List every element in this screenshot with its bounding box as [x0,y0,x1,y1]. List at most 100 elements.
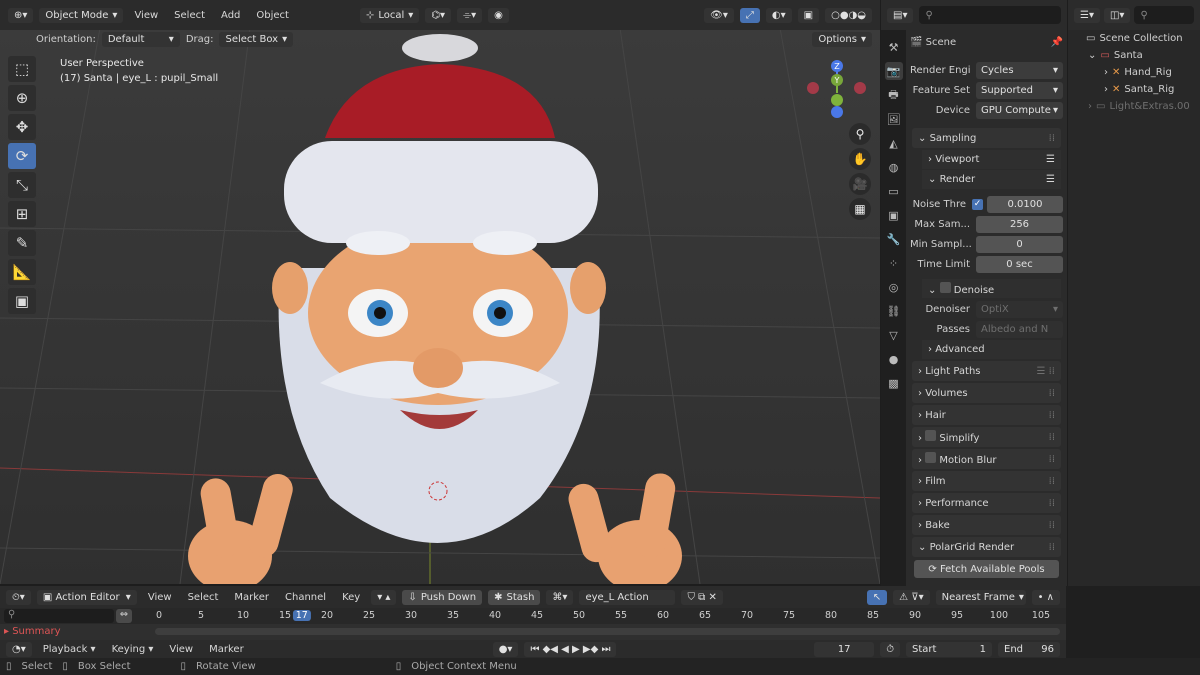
stash-button[interactable]: ✱ Stash [488,589,541,605]
channel-search-input[interactable]: ⚲ [4,609,114,623]
panel-sampling[interactable]: ⌄ Sampling ⁞⁞ [912,128,1061,148]
view-layer-tab-icon[interactable]: 🖼 [885,110,903,128]
timeline-channels[interactable]: ▸ Summary [0,624,1066,640]
swap-icon[interactable]: ⇔ [116,609,132,623]
orientation-dropdown[interactable]: Default ▾ [101,31,180,47]
physics-tab-icon[interactable]: ◎ [885,278,903,296]
gizmo-toggle-button[interactable]: ⤢ [739,7,760,23]
passes-dropdown[interactable]: Albedo and N [976,320,1063,338]
material-tab-icon[interactable]: ● [885,350,903,368]
subpanel-render[interactable]: ⌄ Render ☰ [922,170,1061,189]
menu-select[interactable]: Select [183,592,224,603]
action-name-field[interactable]: eye_L Action [579,589,676,605]
pivot-point-button[interactable]: ⌬▾ [425,7,452,23]
panel-bake[interactable]: › Bake ⁞⁞ [912,515,1061,535]
preview-range-icon[interactable]: ⏱ [880,641,900,657]
scale-tool-icon[interactable]: ⤡ [8,172,36,198]
subpanel-advanced[interactable]: › Advanced [922,340,1061,359]
subpanel-viewport[interactable]: › Viewport ☰ [922,150,1061,169]
editor-type-button[interactable]: ⊕▾ [8,7,34,23]
current-frame-marker[interactable]: 17 [292,610,311,621]
select-box-tool-icon[interactable]: ⬚ [8,56,36,82]
motion-blur-checkbox[interactable] [925,452,937,463]
menu-marker[interactable]: Marker [229,592,274,603]
denoise-checkbox[interactable] [939,281,951,293]
record-button[interactable]: ●▾ [492,641,519,657]
filter-icon[interactable]: ⚠ ⊽▾ [893,589,930,605]
grid-perspective-icon[interactable]: ▦ [849,198,871,220]
timeline-editor-type-icon[interactable]: ◔▾ [6,641,32,657]
tool-tab-icon[interactable]: ⚒ [885,38,903,56]
timeline-scrollbar[interactable] [155,628,1060,635]
summary-channel[interactable]: ▸ Summary [4,626,61,637]
action-icon[interactable]: ⌘▾ [546,589,574,605]
end-frame-field[interactable]: End 96 [998,641,1060,657]
3d-viewport[interactable] [0,28,880,584]
collection-tab-icon[interactable]: ▭ [885,182,903,200]
measure-tool-icon[interactable]: 📐 [8,259,36,285]
proportional-icon[interactable]: • ∧ [1031,589,1060,605]
annotate-tool-icon[interactable]: ✎ [8,230,36,256]
denoiser-dropdown[interactable]: OptiX ▾ [976,300,1063,318]
menu-view[interactable]: View [129,10,163,21]
transform-tool-icon[interactable]: ⊞ [8,201,36,227]
layer-arrows-icon[interactable]: ▾ ▴ [371,589,397,605]
xray-button[interactable]: ▣ [797,7,820,23]
constraints-tab-icon[interactable]: ⛓ [885,302,903,320]
drag-dropdown[interactable]: Select Box ▾ [219,31,294,47]
outliner-row-santa-rig[interactable]: › ✕ Santa_Rig [1068,81,1200,98]
menu-add[interactable]: Add [216,10,245,21]
visibility-button[interactable]: 👁▾ [704,7,734,23]
timeline-ruler[interactable]: ⚲ ⇔ 0 5 10 15 17 20 25 30 35 40 45 50 55 60 65 70 75 80 85… [0,608,1066,624]
texture-tab-icon[interactable]: ▩ [885,374,903,392]
properties-editor-type-icon[interactable]: ▤▾ [887,7,914,23]
menu-select[interactable]: Select [169,10,210,21]
snap-button[interactable]: ⌯▾ [457,7,483,23]
object-tab-icon[interactable]: ▣ [885,206,903,224]
menu-key[interactable]: Key [337,592,365,603]
panel-motion-blur[interactable]: › Motion Blur ⁞⁞ [912,449,1061,469]
only-selected-icon[interactable]: ↖ [866,589,888,605]
panel-film[interactable]: › Film ⁞⁞ [912,471,1061,491]
min-samples-field[interactable]: 0 [976,235,1063,253]
particles-tab-icon[interactable]: ⁘ [885,254,903,272]
add-cube-tool-icon[interactable]: ▣ [8,288,36,314]
noise-threshold-field[interactable]: 0.0100 [987,195,1063,213]
mode-selector[interactable]: Object Mode ▾ [39,7,124,23]
properties-search-input[interactable]: ⚲ [919,6,1061,24]
menu-view[interactable]: View [143,592,177,603]
menu-keying[interactable]: Keying ▾ [107,644,159,655]
panel-performance[interactable]: › Performance ⁞⁞ [912,493,1061,513]
pin-icon[interactable]: 📌 [1051,37,1063,48]
modifier-tab-icon[interactable]: 🔧 [885,230,903,248]
feature-set-dropdown[interactable]: Supported ▾ [976,81,1063,99]
data-tab-icon[interactable]: ▽ [885,326,903,344]
current-frame-field[interactable]: 17 [814,641,875,657]
device-dropdown[interactable]: GPU Compute ▾ [976,101,1063,119]
time-limit-field[interactable]: 0 sec [976,255,1063,273]
navigation-gizmo[interactable]: Z Y [800,56,870,126]
snapping-dropdown[interactable]: Nearest Frame ▾ [935,589,1026,605]
push-down-button[interactable]: ⇩ Push Down [402,589,483,605]
noise-threshold-checkbox[interactable]: ✓ [972,198,983,210]
action-buttons[interactable]: ⛉ ⧉ ✕ [681,589,723,605]
move-tool-icon[interactable]: ✥ [8,114,36,140]
cursor-tool-icon[interactable]: ⊕ [8,85,36,111]
overlay-button[interactable]: ◐▾ [765,7,792,23]
outliner-row-root[interactable]: ▭ Scene Collection [1068,30,1200,47]
transport-controls[interactable]: ⏮ ◆◀ ◀ ▶ ▶◆ ⏭ [524,641,617,657]
menu-object[interactable]: Object [251,10,294,21]
pan-hand-icon[interactable]: ✋ [849,148,871,170]
menu-view[interactable]: View [164,644,198,655]
fetch-pools-button[interactable]: ⟳ Fetch Available Pools [914,560,1059,578]
outliner-row-santa[interactable]: ⌄ ▭ Santa [1068,47,1200,64]
menu-channel[interactable]: Channel [280,592,331,603]
transform-orientation-dropdown[interactable]: ⊹ Local ▾ [359,7,420,23]
menu-playback[interactable]: Playback ▾ [38,644,101,655]
panel-light-paths[interactable]: › Light Paths ☰ ⁞⁞ [912,361,1061,381]
panel-polargrid-render[interactable]: ⌄ PolarGrid Render ⁞⁞ [912,537,1061,557]
menu-marker[interactable]: Marker [204,644,249,655]
editor-mode-dropdown[interactable]: ▣ Action Editor ▾ [36,589,137,605]
zoom-icon[interactable]: ⚲ [849,123,871,145]
world-tab-icon[interactable]: ◍ [885,158,903,176]
